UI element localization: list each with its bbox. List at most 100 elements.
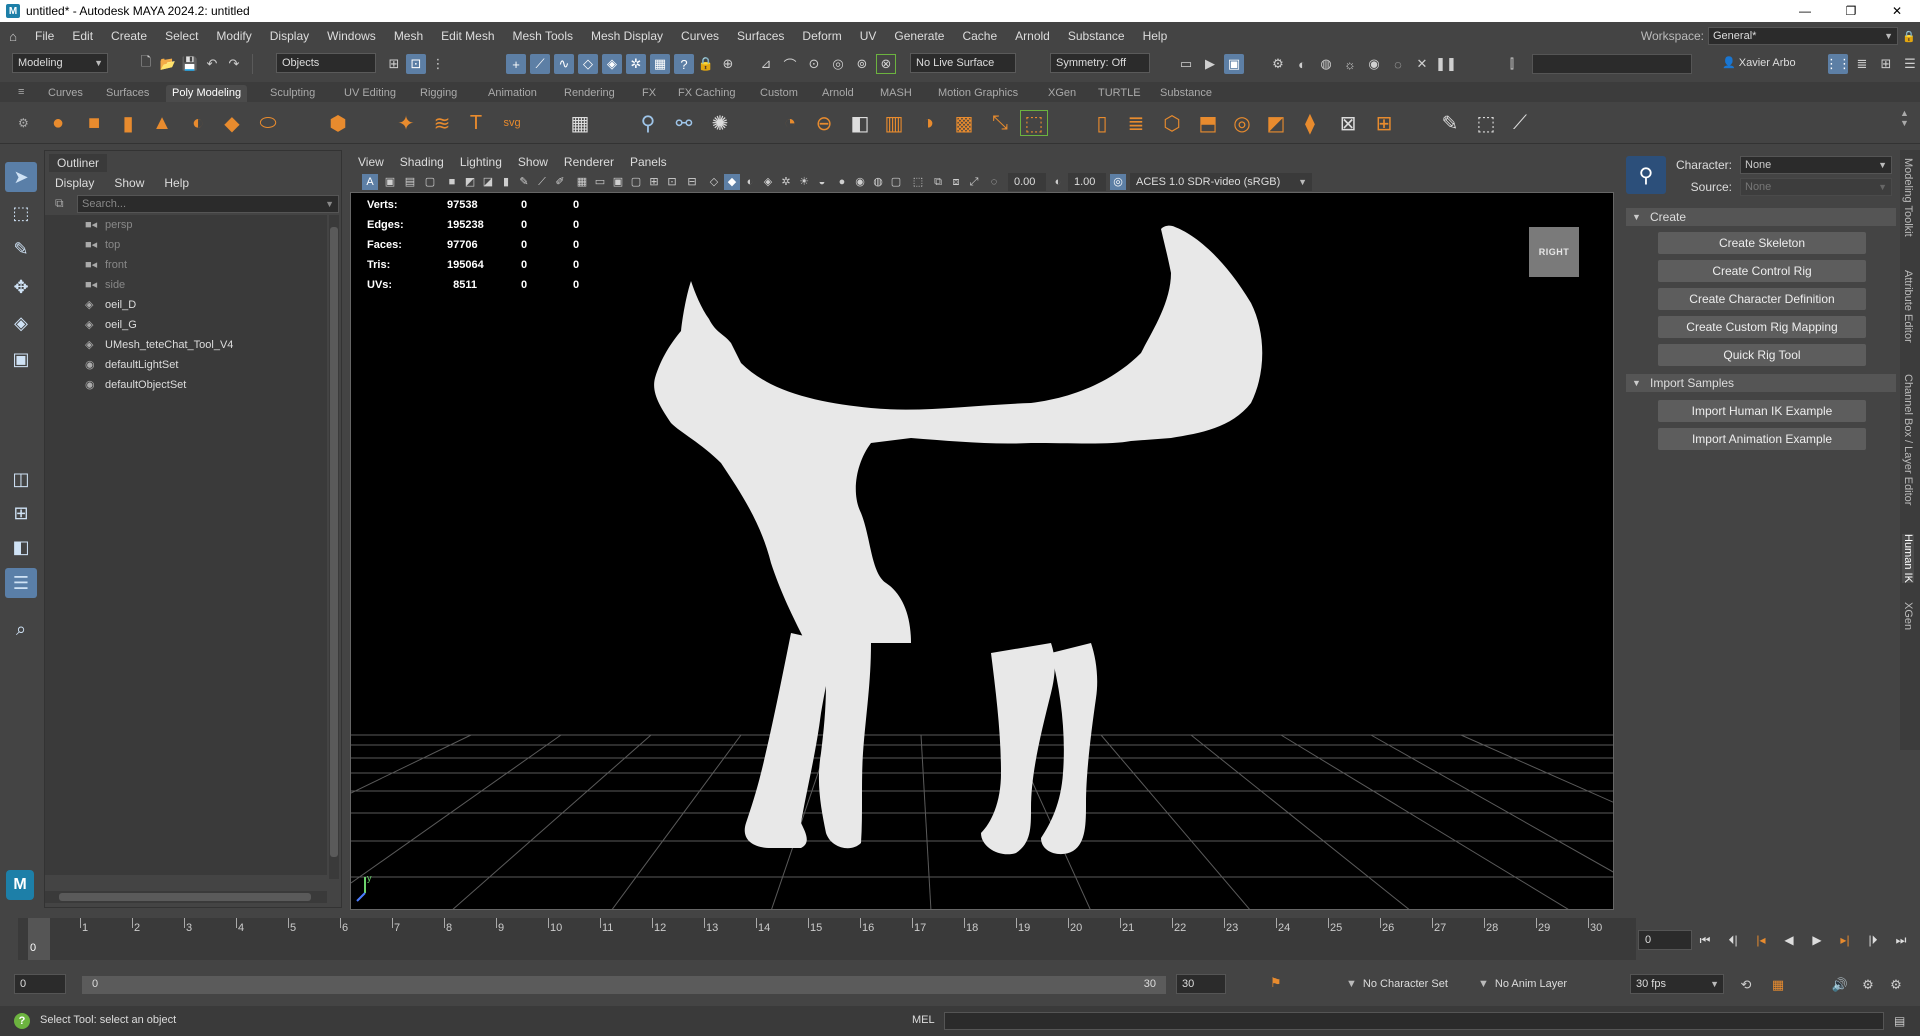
auto-key-icon[interactable]: ⚑ [1270, 975, 1282, 991]
fps-dropdown[interactable]: 30 fps ▼ [1630, 974, 1724, 994]
render-settings-icon[interactable]: ⚙ [1268, 54, 1288, 74]
menu-arnold[interactable]: Arnold [1006, 29, 1059, 43]
fill-hole-icon[interactable]: ≣ [1122, 110, 1150, 136]
default-material-icon[interactable]: ◐ [742, 174, 758, 190]
shelf-tab-mash[interactable]: MASH [874, 85, 918, 102]
paint-select-tool-icon[interactable]: ✎ [5, 234, 37, 264]
shelf-tab-rigging[interactable]: Rigging [414, 85, 463, 102]
shelf-tab-sculpting[interactable]: Sculpting [264, 85, 321, 102]
loop-icon[interactable]: ⟲ [1736, 975, 1756, 995]
multisample-aa-icon[interactable]: ◍ [870, 174, 886, 190]
side-tab-channel-box[interactable]: Channel Box / Layer Editor [1902, 374, 1914, 505]
shelf-settings-icon[interactable]: ⚙ [18, 116, 29, 130]
field-chart-icon[interactable]: ⊞ [646, 174, 662, 190]
pause-ipr-icon[interactable]: ❚❚ [1435, 54, 1457, 74]
go-to-end-icon[interactable]: ⏭ [1890, 930, 1912, 950]
view-transform-dropdown[interactable]: ACES 1.0 SDR-video (sRGB) ▼ [1130, 173, 1312, 191]
menu-deform[interactable]: Deform [793, 29, 850, 43]
camera-icon[interactable]: ■ [444, 174, 460, 190]
poly-disc-icon[interactable]: ⬭ [254, 110, 282, 136]
undo-icon[interactable]: ↶ [202, 54, 222, 74]
snap-to-grid-icon[interactable]: ⊿ [756, 54, 776, 74]
menu-edit[interactable]: Edit [63, 29, 102, 43]
motion-blur-icon[interactable]: ◉ [852, 174, 868, 190]
light-editor-icon[interactable]: ☼ [1340, 54, 1360, 74]
shelf-tab-rendering[interactable]: Rendering [558, 85, 621, 102]
isolate-select-icon[interactable]: ⬚ [910, 174, 926, 190]
measure-icon[interactable]: ⟋ [1506, 110, 1534, 136]
xray-joint-icon[interactable]: ⟋ [534, 174, 550, 190]
bevel-icon[interactable]: ◔ [776, 110, 804, 136]
snap-to-live-icon[interactable]: ⊚ [852, 54, 872, 74]
component-mode-icon[interactable]: ⋮ [428, 54, 448, 74]
shelf-tab-animation[interactable]: Animation [482, 85, 543, 102]
create-custom-rig-mapping-button[interactable]: Create Custom Rig Mapping [1658, 316, 1866, 338]
textured-icon[interactable]: ✲ [778, 174, 794, 190]
screen-space-ao-icon[interactable]: ● [834, 174, 850, 190]
quad-draw-icon[interactable]: ⬚ [1020, 110, 1048, 136]
snap-to-view-plane-icon[interactable]: ◎ [828, 54, 848, 74]
bookmark-icon[interactable]: ▮ [498, 174, 514, 190]
list-item[interactable]: ◉ defaultLightSet [45, 355, 327, 375]
reduce-icon[interactable]: ◩ [1262, 110, 1290, 136]
cleanup-icon[interactable]: ⧫ [1296, 110, 1324, 136]
delete-history-icon[interactable]: ✎ [1436, 110, 1464, 136]
viewport-menu-show[interactable]: Show [510, 155, 556, 169]
render-view-icon[interactable]: ▭ [1176, 54, 1196, 74]
viewport-menu-lighting[interactable]: Lighting [452, 155, 510, 169]
menu-substance[interactable]: Substance [1059, 29, 1134, 43]
render-frame-icon[interactable]: ▶ [1200, 54, 1220, 74]
toggle-modeling-toolkit-icon[interactable]: ⋮⋮ [1825, 54, 1851, 74]
script-editor-icon[interactable]: ▤ [1894, 1014, 1905, 1028]
center-pivot-icon[interactable]: ⊠ [1334, 110, 1362, 136]
shelf-tab-substance[interactable]: Substance [1154, 85, 1218, 102]
safe-action-icon[interactable]: ⊡ [664, 174, 680, 190]
key-settings-icon[interactable]: ⚙ [1858, 975, 1878, 995]
poly-plane-icon[interactable]: ◆ [218, 110, 246, 136]
multi-cut-icon[interactable]: ▩ [950, 110, 978, 136]
command-line-input[interactable] [944, 1012, 1884, 1030]
platonic-solid-icon[interactable]: ⬢ [324, 110, 352, 136]
symmetry-dropdown[interactable]: Symmetry: Off [1050, 53, 1150, 73]
step-back-key-icon[interactable]: |◂ [1750, 930, 1772, 950]
isolate-icon[interactable]: ✎ [516, 174, 532, 190]
gamma-field[interactable]: 1.00 [1068, 173, 1106, 191]
outliner-layout-icon[interactable]: ☰ [5, 568, 37, 598]
range-slider[interactable]: 0 30 [82, 976, 1166, 994]
animation-prefs-icon[interactable]: ⚙ [1886, 975, 1906, 995]
shelf-tab-curves[interactable]: Curves [42, 85, 89, 102]
list-item[interactable]: ■◂ front [45, 255, 327, 275]
viewport-menu-renderer[interactable]: Renderer [556, 155, 622, 169]
poly-cube-icon[interactable]: ■ [80, 110, 108, 136]
current-frame-field[interactable]: 0 [1638, 930, 1692, 950]
create-uvs-icon[interactable]: ▦ [566, 110, 594, 136]
shelf-tab-surfaces[interactable]: Surfaces [100, 85, 155, 102]
outliner-horizontal-scrollbar[interactable] [45, 891, 327, 903]
import-human-ik-example-button[interactable]: Import Human IK Example [1658, 400, 1866, 422]
redo-icon[interactable]: ↷ [224, 54, 244, 74]
hypershade-icon[interactable]: ◐ [1292, 54, 1312, 74]
arnold-stop-icon[interactable]: ✕ [1412, 54, 1432, 74]
pen-icon[interactable]: ✐ [552, 174, 568, 190]
highlight-selection-icon[interactable]: ⊕ [718, 54, 738, 74]
input-line-field[interactable] [1532, 54, 1692, 74]
shelf-tab-motion-graphics[interactable]: Motion Graphics [932, 85, 1024, 102]
shelf-tab-fx[interactable]: FX [636, 85, 662, 102]
poly-sphere-icon[interactable]: ● [44, 110, 72, 136]
list-item[interactable]: ◈ oeil_D [45, 295, 327, 315]
color-management-icon[interactable]: ◎ [1110, 174, 1126, 190]
script-language-label[interactable]: MEL [912, 1014, 935, 1026]
select-by-deformer-icon[interactable]: ◈ [602, 54, 622, 74]
menu-mesh[interactable]: Mesh [385, 29, 432, 43]
lasso-tool-icon[interactable]: ⬚ [5, 198, 37, 228]
menu-uv[interactable]: UV [851, 29, 886, 43]
shadows-icon[interactable]: ◒ [814, 174, 830, 190]
menu-select[interactable]: Select [156, 29, 207, 43]
menu-mesh-display[interactable]: Mesh Display [582, 29, 672, 43]
menu-surfaces[interactable]: Surfaces [728, 29, 793, 43]
shelf-tab-turtle[interactable]: TURTLE [1092, 85, 1147, 102]
list-item[interactable]: ◉ defaultObjectSet [45, 375, 327, 395]
wireframe-on-shaded-icon[interactable]: ◈ [760, 174, 776, 190]
boolean-icon[interactable]: ◑ [914, 110, 942, 136]
toggle-attribute-editor-icon[interactable]: ≣ [1852, 54, 1872, 74]
